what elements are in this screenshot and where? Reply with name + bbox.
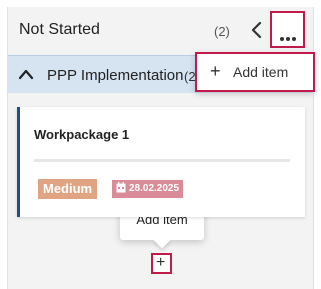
plus-icon: + <box>210 61 221 81</box>
column-header: Not Started (2) <box>8 7 313 55</box>
add-item-menu-label: Add item <box>233 64 289 80</box>
due-date-badge: 28.02.2025 <box>112 180 184 198</box>
column-more-button[interactable] <box>270 11 305 48</box>
card-title: Workpackage 1 <box>34 127 130 142</box>
tooltip-arrow <box>153 231 171 249</box>
column-title: Not Started <box>19 21 100 38</box>
group-count: (2 <box>184 69 196 84</box>
more-horizontal-icon <box>280 28 298 46</box>
priority-badge: Medium <box>38 179 98 199</box>
chevron-up-icon[interactable] <box>18 67 34 81</box>
chevron-left-icon <box>251 21 262 39</box>
add-item-button[interactable]: + <box>151 253 172 274</box>
card-progress-bar <box>34 159 290 162</box>
group-title: PPP Implementation <box>47 67 184 84</box>
workpackage-card[interactable]: Workpackage 1 Medium 28.02.2025 <box>17 107 305 217</box>
column-count: (2) <box>214 24 230 39</box>
collapse-column-button[interactable] <box>248 19 266 41</box>
due-date-text: 28.02.2025 <box>129 183 180 194</box>
add-item-menu-option[interactable]: + Add item <box>195 52 315 92</box>
calendar-icon <box>116 181 126 193</box>
plus-icon: + <box>156 254 166 271</box>
